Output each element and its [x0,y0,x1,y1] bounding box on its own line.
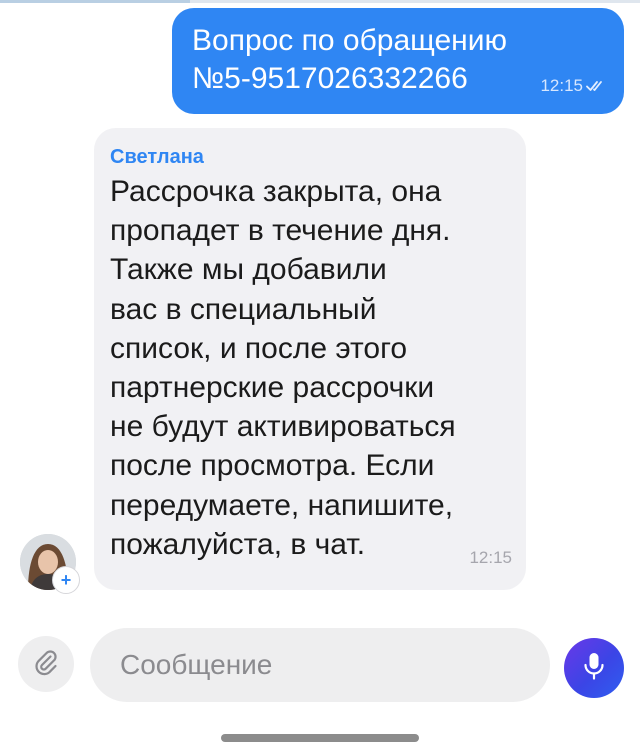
message-line: передумаете, напишите, [110,488,454,522]
message-time: 12:15 [469,548,512,567]
message-body: Рассрочка закрыта, она пропадет в течени… [110,172,510,564]
microphone-icon [582,651,606,686]
voice-message-button[interactable] [564,638,624,698]
paperclip-icon [31,647,61,682]
home-indicator[interactable] [221,734,419,742]
attach-button[interactable] [18,636,74,692]
incoming-message-bubble[interactable]: Светлана Рассрочка закрыта, она пропадет… [94,128,526,590]
message-time: 12:15 [540,76,583,95]
avatar-add-badge[interactable]: + [52,566,80,594]
top-strip [0,0,640,3]
outgoing-message-bubble[interactable]: Вопрос по обращению №5-9517026332266 12:… [172,8,624,114]
message-input-container[interactable] [90,628,550,702]
message-line: Вопрос по обращению [192,24,507,57]
message-meta: 12:15 [540,76,606,96]
message-line: список, и после этого [110,331,408,365]
message-line: партнерские рассрочки [110,371,435,405]
message-line: пропадет в течение дня. [110,214,451,248]
message-line: вас в специальный [110,292,377,326]
message-line: Рассрочка закрыта, она [110,175,442,208]
sender-name[interactable]: Светлана [110,144,508,170]
message-line: пожалуйста, в чат. [110,527,366,561]
message-line: после просмотра. Если [110,449,435,483]
message-line: Также мы добавили [110,253,387,287]
message-line: не будут активироваться [110,410,456,444]
message-input[interactable] [118,648,550,682]
double-check-icon [586,80,606,92]
